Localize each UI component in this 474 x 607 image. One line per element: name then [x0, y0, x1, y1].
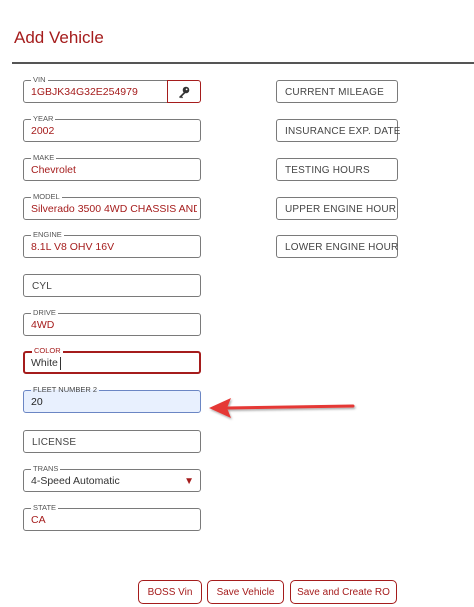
trans-value: 4-Speed Automatic: [31, 475, 120, 487]
save-and-create-ro-button[interactable]: Save and Create RO: [290, 580, 397, 604]
vin-lookup-button[interactable]: [167, 80, 201, 103]
insurance-exp-date-placeholder: INSURANCE EXP. DATE: [285, 126, 401, 137]
lower-engine-hour-placeholder: LOWER ENGINE HOUR: [285, 242, 399, 253]
year-field[interactable]: YEAR 2002: [23, 114, 201, 142]
year-label: YEAR: [31, 114, 56, 123]
color-value: White: [31, 357, 58, 369]
model-value: Silverado 3500 4WD CHASSIS AND C.: [31, 203, 197, 215]
drive-field[interactable]: DRIVE 4WD: [23, 308, 201, 336]
make-field[interactable]: MAKE Chevrolet: [23, 153, 201, 181]
color-field[interactable]: COLOR White: [23, 346, 201, 374]
testing-hours-field[interactable]: TESTING HOURS: [276, 158, 398, 181]
current-mileage-field[interactable]: CURRENT MILEAGE: [276, 80, 398, 103]
title-divider: [12, 62, 474, 64]
text-caret: [60, 357, 61, 370]
triangle-down-icon: ▼: [184, 476, 194, 487]
key-icon: [179, 86, 190, 98]
state-value: CA: [31, 514, 46, 526]
upper-engine-hour-field[interactable]: UPPER ENGINE HOUR: [276, 197, 398, 220]
fleet-number-2-value: 20: [31, 396, 43, 408]
engine-label: ENGINE: [31, 230, 64, 239]
year-value: 2002: [31, 125, 55, 137]
state-label: STATE: [31, 503, 59, 512]
drive-value: 4WD: [31, 319, 55, 331]
state-field[interactable]: STATE CA: [23, 503, 201, 531]
trans-label: TRANS: [31, 464, 61, 473]
upper-engine-hour-placeholder: UPPER ENGINE HOUR: [285, 204, 397, 215]
model-label: MODEL: [31, 192, 62, 201]
license-placeholder: LICENSE: [32, 437, 77, 448]
engine-value: 8.1L V8 OHV 16V: [31, 241, 115, 253]
vin-label: VIN: [31, 75, 48, 84]
color-label: COLOR: [32, 346, 63, 355]
cyl-placeholder: CYL: [32, 281, 53, 292]
engine-field[interactable]: ENGINE 8.1L V8 OHV 16V: [23, 230, 201, 258]
page-title: Add Vehicle: [14, 28, 104, 47]
drive-label: DRIVE: [31, 308, 58, 317]
boss-vin-button[interactable]: BOSS Vin: [138, 580, 202, 604]
vin-value: 1GBJK34G32E254979: [31, 86, 138, 98]
trans-select[interactable]: TRANS 4-Speed Automatic ▼: [23, 464, 201, 492]
cyl-field[interactable]: CYL: [23, 274, 201, 297]
make-label: MAKE: [31, 153, 57, 162]
insurance-exp-date-field[interactable]: INSURANCE EXP. DATE: [276, 119, 401, 142]
save-vehicle-button[interactable]: Save Vehicle: [207, 580, 284, 604]
annotation-arrow-icon: [209, 398, 355, 418]
fleet-number-2-field[interactable]: FLEET NUMBER 2 20: [23, 385, 201, 413]
license-field[interactable]: LICENSE: [23, 430, 201, 453]
testing-hours-placeholder: TESTING HOURS: [285, 165, 370, 176]
lower-engine-hour-field[interactable]: LOWER ENGINE HOUR: [276, 235, 398, 258]
fleet-number-2-label: FLEET NUMBER 2: [31, 385, 100, 394]
model-field[interactable]: MODEL Silverado 3500 4WD CHASSIS AND C.: [23, 192, 201, 220]
make-value: Chevrolet: [31, 164, 76, 176]
current-mileage-placeholder: CURRENT MILEAGE: [285, 87, 384, 98]
vin-field[interactable]: VIN 1GBJK34G32E254979: [23, 75, 168, 103]
